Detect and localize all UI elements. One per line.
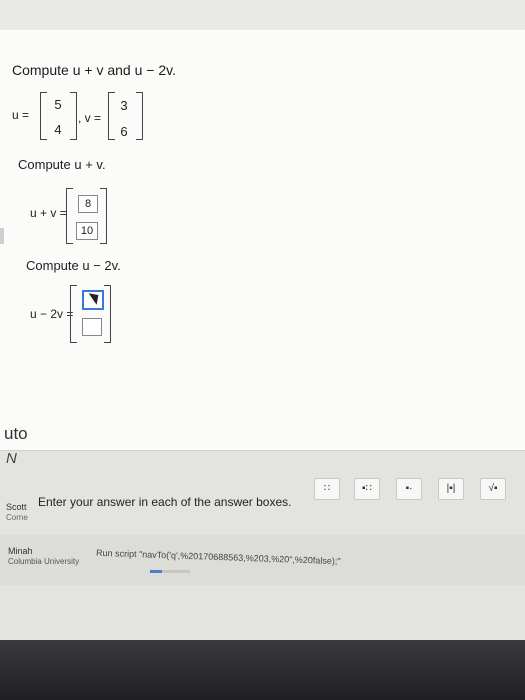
- part1-bracket-left: [66, 188, 73, 244]
- footer-corne: Corne: [6, 513, 28, 522]
- u-entry-2: 4: [54, 122, 62, 137]
- partial-side-text: uto: [4, 424, 28, 443]
- u-entry-1: 5: [54, 97, 62, 112]
- v-entry-1: 3: [120, 98, 128, 113]
- screen: Compute u + v and u − 2v. u = 5 4 , v = …: [0, 0, 525, 640]
- footer-minah: Minah: [8, 546, 33, 556]
- partial-side-letter: N: [6, 450, 17, 467]
- part2-bracket-left: [70, 285, 77, 343]
- side-tab-fragment: [0, 228, 4, 244]
- part1-bracket-right: [100, 188, 107, 244]
- v-bracket-right: [136, 92, 143, 140]
- monitor-bezel: [0, 640, 525, 700]
- problem-title: Compute u + v and u − 2v.: [12, 62, 176, 78]
- loading-progress: [150, 570, 190, 573]
- v-label: , v =: [78, 111, 102, 125]
- part1-prompt: Compute u + v.: [18, 157, 106, 172]
- u-bracket-left: [40, 92, 47, 140]
- v-entry-2: 6: [120, 124, 128, 139]
- part2-label: u − 2v =: [30, 307, 74, 321]
- part2-answer-2[interactable]: [82, 318, 102, 336]
- u-label: u =: [12, 108, 30, 122]
- part2-bracket-right: [104, 285, 111, 343]
- part2-prompt: Compute u − 2v.: [26, 258, 121, 273]
- mixed-number-tool-button[interactable]: ▪∷: [354, 478, 380, 500]
- fraction-tool-button[interactable]: ∷: [314, 478, 340, 500]
- part1-label: u + v =: [30, 206, 67, 220]
- footer-scott: Scott: [6, 502, 27, 512]
- u-bracket-right: [70, 92, 77, 140]
- part1-answer-1[interactable]: 8: [78, 195, 98, 213]
- exponent-tool-button[interactable]: ▪·: [396, 478, 422, 500]
- sqrt-tool-button[interactable]: √▪: [480, 478, 506, 500]
- instructions-text: Enter your answer in each of the answer …: [38, 495, 292, 509]
- absolute-value-tool-button[interactable]: |▪|: [438, 478, 464, 500]
- part1-answer-2[interactable]: 10: [76, 222, 98, 240]
- footer-columbia: Columbia University: [8, 557, 80, 566]
- top-strip: [0, 0, 525, 30]
- question-card: [0, 30, 525, 450]
- loading-progress-fill: [150, 570, 162, 573]
